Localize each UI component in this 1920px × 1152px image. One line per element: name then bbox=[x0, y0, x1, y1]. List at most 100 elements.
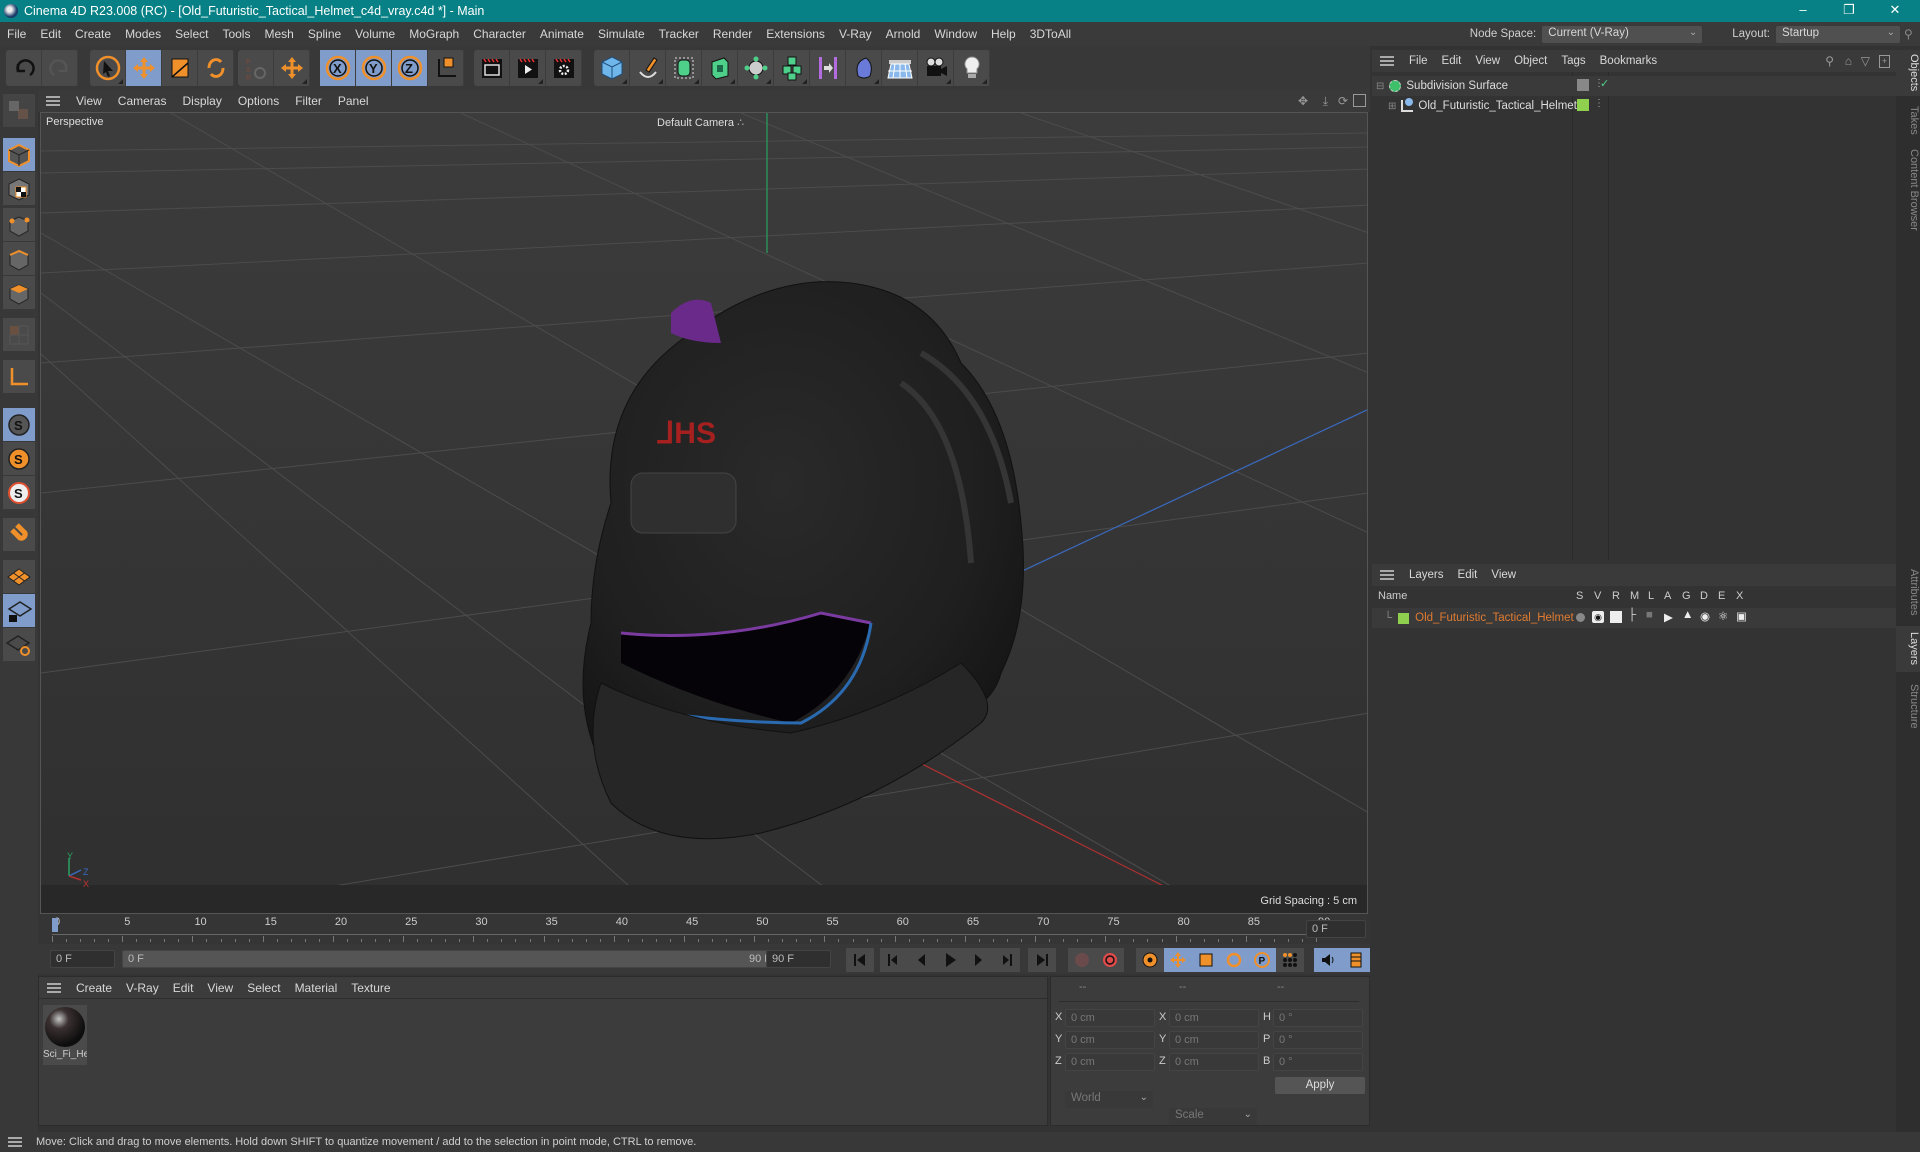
generator-icon[interactable]: ▲ bbox=[1682, 609, 1693, 621]
locked-workplane-button[interactable] bbox=[3, 594, 35, 627]
psr-button[interactable]: PSR bbox=[238, 50, 274, 86]
select-tool-button[interactable] bbox=[90, 50, 126, 86]
visibility-dots-icon[interactable]: ⋮ bbox=[1594, 98, 1604, 109]
lock-icon[interactable]: ■ bbox=[1646, 609, 1653, 621]
search-icon[interactable]: ⚲ bbox=[1825, 54, 1834, 68]
objects-menu-file[interactable]: File bbox=[1402, 55, 1435, 67]
sound-button[interactable] bbox=[1314, 948, 1342, 972]
uv-mode-button[interactable] bbox=[3, 318, 35, 351]
layer-color-swatch[interactable] bbox=[1577, 99, 1589, 111]
home-icon[interactable]: ⌂ bbox=[1845, 54, 1852, 68]
key-scale-button[interactable] bbox=[1192, 948, 1220, 972]
edge-mode-button[interactable] bbox=[3, 242, 35, 275]
menu-tracker[interactable]: Tracker bbox=[652, 27, 706, 41]
material-menu-material[interactable]: Material bbox=[288, 981, 345, 995]
viewport-camera-label[interactable]: Default Camera ∴ bbox=[657, 116, 744, 129]
hamburger-icon[interactable] bbox=[1380, 570, 1394, 580]
deformer-button[interactable] bbox=[846, 50, 882, 86]
rot-h-field[interactable]: 0 ° bbox=[1273, 1009, 1363, 1027]
menu-file[interactable]: File bbox=[0, 27, 33, 41]
key-rotation-button[interactable] bbox=[1220, 948, 1248, 972]
layer-color-swatch[interactable] bbox=[1398, 612, 1410, 624]
collapse-icon[interactable]: ⊟ bbox=[1376, 81, 1384, 92]
size-z-field[interactable]: 0 cm bbox=[1169, 1053, 1259, 1071]
col-locked[interactable]: L bbox=[1648, 590, 1654, 602]
hamburger-icon[interactable] bbox=[47, 982, 61, 993]
menu-vray[interactable]: V-Ray bbox=[832, 27, 879, 41]
timeline-filmstrip-button[interactable] bbox=[1342, 948, 1370, 972]
extrude-button[interactable] bbox=[702, 50, 738, 86]
end-frame-field[interactable]: 90 F bbox=[766, 950, 831, 968]
object-row-helmet[interactable]: ⊞ Old_Futuristic_Tactical_Helmet ⋮ bbox=[1372, 96, 1896, 116]
subdivision-button[interactable] bbox=[666, 50, 702, 86]
coord-mode-dropdown[interactable]: World ⌄ bbox=[1065, 1091, 1153, 1108]
layout-dropdown[interactable]: Startup ⌄ bbox=[1776, 25, 1900, 43]
tab-attributes[interactable]: Attributes bbox=[1896, 562, 1920, 622]
hamburger-icon[interactable] bbox=[1380, 56, 1394, 66]
tab-layers[interactable]: Layers bbox=[1896, 626, 1920, 672]
menu-mesh[interactable]: Mesh bbox=[257, 27, 300, 41]
pos-z-field[interactable]: 0 cm bbox=[1065, 1053, 1155, 1071]
menu-extensions[interactable]: Extensions bbox=[759, 27, 832, 41]
next-key-button[interactable] bbox=[992, 948, 1020, 972]
material-menu-create[interactable]: Create bbox=[69, 981, 119, 995]
menu-help[interactable]: Help bbox=[984, 27, 1023, 41]
menu-select[interactable]: Select bbox=[168, 27, 215, 41]
go-to-end-button[interactable] bbox=[1028, 948, 1056, 972]
col-deformers[interactable]: D bbox=[1700, 590, 1708, 602]
render-picture-viewer-button[interactable] bbox=[510, 50, 546, 86]
layers-menu-view[interactable]: View bbox=[1484, 569, 1523, 581]
menu-3dtoall[interactable]: 3DToAll bbox=[1023, 27, 1078, 41]
render-clapper-icon[interactable] bbox=[1610, 611, 1622, 623]
go-to-start-button[interactable] bbox=[846, 948, 874, 972]
z-axis-toggle[interactable]: Z bbox=[392, 50, 428, 86]
array-button[interactable] bbox=[774, 50, 810, 86]
prev-key-button[interactable] bbox=[880, 948, 908, 972]
objects-menu-bookmarks[interactable]: Bookmarks bbox=[1593, 55, 1665, 67]
hamburger-icon[interactable] bbox=[8, 1137, 22, 1147]
key-parameter-button[interactable]: P bbox=[1248, 948, 1276, 972]
menu-create[interactable]: Create bbox=[68, 27, 118, 41]
editor-toggle-icon[interactable] bbox=[1577, 79, 1589, 91]
layers-menu-layers[interactable]: Layers bbox=[1402, 569, 1451, 581]
filter-icon[interactable]: ▽ bbox=[1861, 54, 1870, 68]
snap-quantize-button[interactable]: S bbox=[3, 476, 35, 509]
col-manager[interactable]: M bbox=[1630, 590, 1639, 602]
menu-simulate[interactable]: Simulate bbox=[591, 27, 652, 41]
prev-frame-button[interactable] bbox=[908, 948, 936, 972]
col-render[interactable]: R bbox=[1612, 590, 1620, 602]
material-menu-view[interactable]: View bbox=[200, 981, 240, 995]
rot-b-field[interactable]: 0 ° bbox=[1273, 1053, 1363, 1071]
col-animation[interactable]: A bbox=[1664, 590, 1671, 602]
render-settings-button[interactable] bbox=[546, 50, 582, 86]
visible-eye-icon[interactable]: ◉ bbox=[1592, 611, 1604, 623]
current-frame-field[interactable]: 0 F bbox=[1306, 920, 1366, 938]
menu-edit[interactable]: Edit bbox=[33, 27, 68, 41]
model-mode-button[interactable] bbox=[3, 138, 35, 171]
col-generators[interactable]: G bbox=[1682, 590, 1691, 602]
coordinate-system-button[interactable] bbox=[428, 50, 464, 86]
viewport-menu-view[interactable]: View bbox=[68, 94, 110, 108]
camera-button[interactable] bbox=[918, 50, 954, 86]
col-expressions[interactable]: E bbox=[1718, 590, 1725, 602]
pos-x-field[interactable]: 0 cm bbox=[1065, 1009, 1155, 1027]
snap-settings-button[interactable]: S bbox=[3, 442, 35, 475]
col-xrefs[interactable]: X bbox=[1736, 590, 1743, 602]
key-pla-button[interactable] bbox=[1276, 948, 1304, 972]
make-editable-button[interactable] bbox=[3, 94, 35, 127]
layers-menu-edit[interactable]: Edit bbox=[1451, 569, 1485, 581]
material-menu-edit[interactable]: Edit bbox=[166, 981, 201, 995]
move-tool-button[interactable] bbox=[126, 50, 162, 86]
keyframe-settings-button[interactable] bbox=[1136, 948, 1164, 972]
expand-icon[interactable]: ⊞ bbox=[1388, 101, 1396, 112]
texture-mode-button[interactable] bbox=[3, 172, 35, 205]
viewport-menu-options[interactable]: Options bbox=[230, 94, 287, 108]
col-view[interactable]: V bbox=[1594, 590, 1601, 602]
apply-button[interactable]: Apply bbox=[1275, 1077, 1365, 1094]
menu-window[interactable]: Window bbox=[927, 27, 984, 41]
undo-button[interactable] bbox=[6, 50, 42, 86]
pen-button[interactable] bbox=[630, 50, 666, 86]
workplane-sync-button[interactable] bbox=[3, 628, 35, 661]
snap-enable-button[interactable]: S bbox=[3, 408, 35, 441]
viewport-menu-cameras[interactable]: Cameras bbox=[110, 94, 175, 108]
